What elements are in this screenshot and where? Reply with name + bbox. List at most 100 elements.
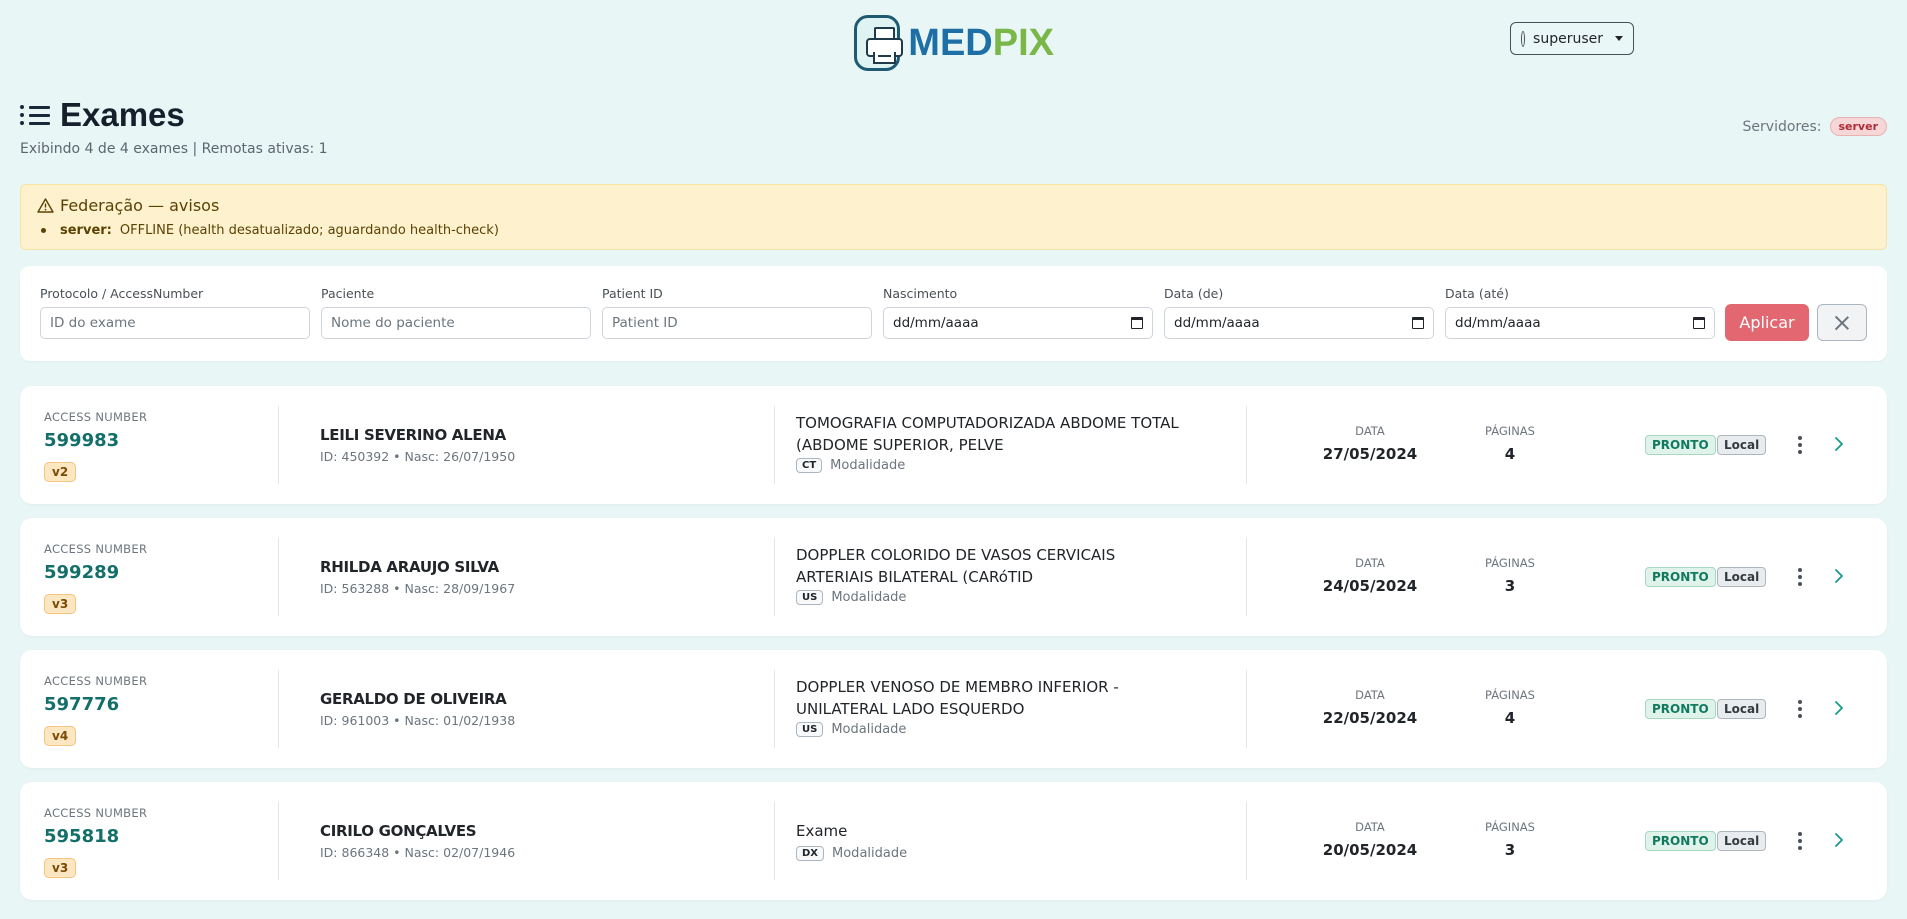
- access-number-label: ACCESS NUMBER: [44, 542, 148, 556]
- exam-name: TOMOGRAFIA COMPUTADORIZADA ABDOME TOTAL …: [796, 414, 1179, 454]
- date-from-input[interactable]: dd/mm/aaaa: [1164, 307, 1434, 339]
- exam-name: Exame: [796, 822, 848, 840]
- source-badge: Local: [1717, 699, 1767, 719]
- alert-title: Federação — avisos: [37, 196, 219, 215]
- divider: [278, 670, 279, 748]
- date-label: DATA: [1355, 424, 1385, 438]
- source-badge: Local: [1717, 567, 1767, 587]
- page-title: Exames: [60, 96, 185, 133]
- modality-badge: CT: [796, 458, 823, 473]
- page-heading: Exames: [20, 96, 185, 134]
- status-badge: PRONTO: [1645, 831, 1716, 851]
- servers-indicator: Servidores: server: [1743, 117, 1887, 136]
- printer-icon: [854, 15, 903, 71]
- exam-date: 27/05/2024: [1322, 445, 1418, 463]
- access-number: 595818: [44, 826, 120, 847]
- access-number-label: ACCESS NUMBER: [44, 674, 148, 688]
- divider: [774, 406, 775, 484]
- more-options-icon[interactable]: [1791, 432, 1809, 458]
- logo-text: MEDPIX: [908, 21, 1054, 64]
- calendar-icon[interactable]: [1412, 317, 1424, 329]
- modality-label: Modalidade: [832, 846, 908, 861]
- chevron-right-icon[interactable]: [1832, 833, 1846, 847]
- access-number: 597776: [44, 694, 120, 715]
- chevron-right-icon[interactable]: [1832, 701, 1846, 715]
- version-badge: v2: [44, 462, 77, 482]
- divider: [774, 538, 775, 616]
- servers-label: Servidores:: [1742, 118, 1822, 135]
- modality-label: Modalidade: [831, 590, 907, 605]
- patient-name: CIRILO GONÇALVES: [320, 822, 477, 840]
- clear-filters-button[interactable]: [1817, 304, 1867, 341]
- pages-label: PÁGINAS: [1485, 820, 1535, 834]
- date-label: DATA: [1355, 820, 1385, 834]
- calendar-icon[interactable]: [1693, 317, 1705, 329]
- divider: [774, 670, 775, 748]
- page-subtitle: Exibindo 4 de 4 exames | Remotas ativas:…: [20, 141, 328, 157]
- filter-birth: Nascimento dd/mm/aaaa: [883, 286, 1153, 339]
- pages-label: PÁGINAS: [1485, 688, 1535, 702]
- modality-badge: DX: [796, 846, 825, 861]
- modality-badge: US: [796, 722, 824, 737]
- exam-card[interactable]: ACCESS NUMBER 599983 v2 LEILI SEVERINO A…: [20, 386, 1887, 504]
- patient-name-input[interactable]: Nome do paciente: [321, 307, 591, 339]
- filter-date-from: Data (de) dd/mm/aaaa: [1164, 286, 1434, 339]
- exam-card[interactable]: ACCESS NUMBER 599289 v3 RHILDA ARAUJO SI…: [20, 518, 1887, 636]
- user-circle-icon: [1521, 30, 1526, 47]
- divider: [1246, 670, 1247, 748]
- medpix-logo[interactable]: MEDPIX: [854, 15, 1054, 71]
- alert-item: server: OFFLINE (health desatualizado; a…: [37, 223, 499, 238]
- page-count: 4: [1504, 445, 1516, 463]
- patient-meta: ID: 450392 • Nasc: 26/07/1950: [320, 449, 516, 464]
- modality: CT Modalidade: [796, 458, 905, 473]
- chevron-right-icon[interactable]: [1832, 437, 1846, 451]
- version-badge: v3: [44, 594, 77, 614]
- birth-date-input[interactable]: dd/mm/aaaa: [883, 307, 1153, 339]
- user-label: superuser: [1533, 30, 1603, 47]
- apply-button[interactable]: Aplicar: [1725, 304, 1809, 341]
- caret-down-icon: [1615, 36, 1623, 41]
- chevron-right-icon[interactable]: [1832, 569, 1846, 583]
- more-options-icon[interactable]: [1791, 828, 1809, 854]
- warning-icon: [37, 198, 54, 213]
- pages-label: PÁGINAS: [1485, 424, 1535, 438]
- list-icon: [20, 103, 50, 127]
- modality-label: Modalidade: [831, 722, 907, 737]
- patient-name: LEILI SEVERINO ALENA: [320, 426, 506, 444]
- exam-date: 20/05/2024: [1322, 841, 1418, 859]
- more-options-icon[interactable]: [1791, 696, 1809, 722]
- pages-label: PÁGINAS: [1485, 556, 1535, 570]
- exam-date: 24/05/2024: [1322, 577, 1418, 595]
- filter-patient: Paciente Nome do paciente: [321, 286, 591, 339]
- exam-date: 22/05/2024: [1322, 709, 1418, 727]
- divider: [278, 406, 279, 484]
- date-label: DATA: [1355, 688, 1385, 702]
- close-icon: [1835, 316, 1849, 330]
- date-to-input[interactable]: dd/mm/aaaa: [1445, 307, 1715, 339]
- version-badge: v3: [44, 858, 77, 878]
- exam-card[interactable]: ACCESS NUMBER 597776 v4 GERALDO DE OLIVE…: [20, 650, 1887, 768]
- patient-meta: ID: 961003 • Nasc: 01/02/1938: [320, 713, 516, 728]
- server-status-badge: server: [1829, 117, 1887, 136]
- divider: [774, 802, 775, 880]
- user-menu-button[interactable]: superuser: [1510, 22, 1634, 55]
- modality-badge: US: [796, 590, 824, 605]
- divider: [1246, 538, 1247, 616]
- protocol-input[interactable]: ID do exame: [40, 307, 310, 339]
- federation-alert: Federação — avisos server: OFFLINE (heal…: [20, 184, 1887, 250]
- exam-name: DOPPLER VENOSO DE MEMBRO INFERIOR - UNIL…: [796, 678, 1119, 718]
- status-badge: PRONTO: [1645, 435, 1716, 455]
- modality-label: Modalidade: [830, 458, 906, 473]
- status-badge: PRONTO: [1645, 699, 1716, 719]
- page-count: 4: [1504, 709, 1516, 727]
- patient-id-input[interactable]: Patient ID: [602, 307, 872, 339]
- exam-card[interactable]: ACCESS NUMBER 595818 v3 CIRILO GONÇALVES…: [20, 782, 1887, 900]
- date-label: DATA: [1355, 556, 1385, 570]
- more-options-icon[interactable]: [1791, 564, 1809, 590]
- source-badge: Local: [1717, 831, 1767, 851]
- access-number: 599289: [44, 562, 120, 583]
- calendar-icon[interactable]: [1131, 317, 1143, 329]
- patient-meta: ID: 866348 • Nasc: 02/07/1946: [320, 845, 516, 860]
- version-badge: v4: [44, 726, 77, 746]
- source-badge: Local: [1717, 435, 1767, 455]
